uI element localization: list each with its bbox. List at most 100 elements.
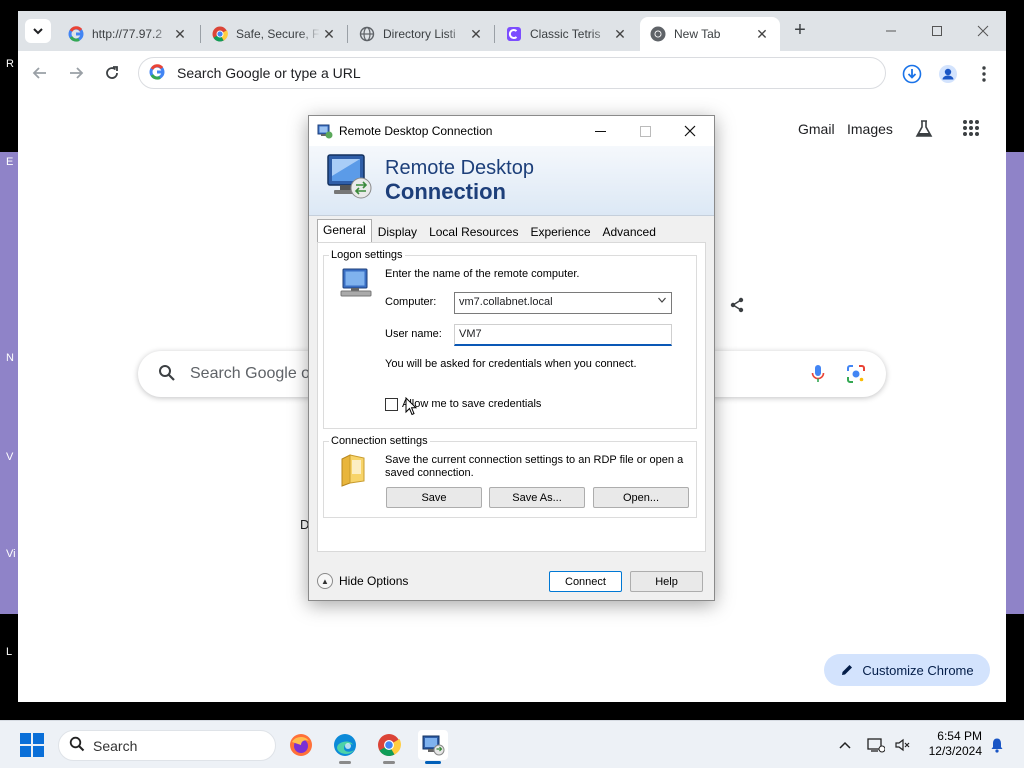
windows-start-icon[interactable] bbox=[20, 733, 44, 760]
desktop-icon-label[interactable]: V bbox=[6, 451, 13, 463]
computer-icon bbox=[339, 268, 373, 301]
close-tab-icon[interactable]: ✕ bbox=[612, 26, 628, 43]
chrome-icon bbox=[650, 26, 666, 42]
clock-time: 6:54 PM bbox=[937, 729, 982, 743]
google-g-icon bbox=[68, 26, 84, 42]
banner-title-line1: Remote Desktop bbox=[385, 157, 534, 179]
credentials-note: You will be asked for credentials when y… bbox=[385, 358, 637, 370]
share-icon[interactable] bbox=[729, 297, 745, 316]
tab-experience[interactable]: Experience bbox=[524, 221, 596, 241]
taskbar-chrome[interactable] bbox=[374, 730, 404, 764]
lens-camera-icon[interactable] bbox=[846, 364, 866, 387]
forward-button[interactable] bbox=[64, 61, 88, 85]
clock-date: 12/3/2024 bbox=[928, 744, 982, 758]
browser-toolbar: Search Google or type a URL bbox=[18, 51, 1006, 95]
pencil-icon bbox=[842, 665, 853, 675]
tab-title: http://77.97.2 bbox=[92, 27, 163, 41]
open-button[interactable]: Open... bbox=[593, 487, 689, 508]
remote-desktop-icon bbox=[317, 123, 333, 142]
tab-local-resources[interactable]: Local Resources bbox=[423, 221, 524, 241]
taskbar-firefox[interactable] bbox=[286, 730, 316, 760]
username-value: VM7 bbox=[459, 328, 482, 340]
desktop-icon-label[interactable]: L bbox=[6, 646, 12, 658]
dialog-close-button[interactable] bbox=[668, 118, 712, 144]
notifications-button[interactable] bbox=[987, 735, 1007, 755]
close-tab-icon[interactable]: ✕ bbox=[468, 26, 484, 43]
profile-button[interactable] bbox=[937, 63, 959, 85]
search-icon bbox=[158, 364, 176, 385]
network-icon bbox=[867, 738, 885, 753]
desktop-icon-label[interactable]: R bbox=[6, 58, 14, 70]
tab-strip: http://77.97.2 ✕ Safe, Secure, F ✕ Direc… bbox=[18, 11, 1006, 51]
microphone-icon[interactable] bbox=[811, 364, 825, 387]
gmail-link[interactable]: Gmail bbox=[798, 121, 835, 137]
taskbar-remote-desktop[interactable] bbox=[418, 730, 448, 764]
maximize-button[interactable] bbox=[914, 15, 960, 47]
dialog-maximize-button bbox=[623, 118, 667, 144]
new-tab-button[interactable]: + bbox=[788, 19, 812, 43]
desktop-icon-label[interactable]: N bbox=[6, 352, 14, 364]
connect-button[interactable]: Connect bbox=[549, 571, 622, 592]
volume-status[interactable] bbox=[892, 735, 912, 755]
taskbar-search-box[interactable]: Search bbox=[58, 730, 276, 761]
tab-1[interactable]: http://77.97.2 ✕ bbox=[58, 17, 198, 51]
tab-separator bbox=[494, 25, 495, 43]
help-button[interactable]: Help bbox=[630, 571, 703, 592]
chevron-down-icon[interactable] bbox=[657, 295, 667, 308]
images-link[interactable]: Images bbox=[847, 121, 893, 137]
taskbar-clock[interactable]: 6:54 PM 12/3/2024 bbox=[920, 729, 982, 759]
chevron-down-icon bbox=[33, 28, 43, 35]
minimize-icon bbox=[594, 130, 606, 132]
downloads-button[interactable] bbox=[901, 63, 923, 85]
close-window-button[interactable] bbox=[960, 15, 1006, 47]
desktop-icon-label[interactable]: Vi bbox=[6, 548, 16, 560]
dialog-titlebar[interactable]: Remote Desktop Connection bbox=[309, 116, 714, 146]
apps-grid-icon[interactable] bbox=[962, 119, 980, 140]
close-tab-icon[interactable]: ✕ bbox=[321, 26, 337, 43]
taskbar-edge[interactable] bbox=[330, 730, 360, 764]
hide-options-button[interactable]: ▲ Hide Options bbox=[317, 573, 408, 589]
tab-display[interactable]: Display bbox=[372, 221, 423, 241]
address-bar[interactable]: Search Google or type a URL bbox=[138, 57, 886, 89]
show-hidden-icons-button[interactable] bbox=[835, 735, 855, 755]
tab-3[interactable]: Directory Listi ✕ bbox=[349, 17, 494, 51]
speaker-muted-icon bbox=[895, 738, 910, 752]
computer-combobox[interactable]: vm7.collabnet.local bbox=[454, 292, 672, 314]
network-status[interactable] bbox=[866, 735, 886, 755]
close-tab-icon[interactable]: ✕ bbox=[172, 26, 188, 43]
tab-separator bbox=[347, 25, 348, 43]
back-button[interactable] bbox=[28, 61, 52, 85]
computer-label: Computer: bbox=[385, 296, 437, 308]
save-credentials-checkbox[interactable] bbox=[385, 398, 398, 411]
tab-general[interactable]: General bbox=[317, 219, 372, 242]
dialog-minimize-button[interactable] bbox=[578, 118, 622, 144]
avatar-icon bbox=[939, 65, 957, 83]
chevron-up-icon: ▲ bbox=[317, 573, 333, 589]
tab-title: New Tab bbox=[674, 27, 721, 41]
tab-search-button[interactable] bbox=[25, 19, 51, 43]
chrome-icon bbox=[212, 26, 228, 42]
desktop-icon-label[interactable]: E bbox=[6, 156, 13, 168]
tab-5-active[interactable]: New Tab ✕ bbox=[640, 17, 780, 51]
back-arrow-icon bbox=[32, 67, 46, 79]
google-g-icon bbox=[149, 63, 165, 83]
chrome-menu-button[interactable] bbox=[973, 63, 995, 85]
customize-chrome-button[interactable]: Customize Chrome bbox=[824, 654, 990, 686]
reload-button[interactable] bbox=[100, 61, 124, 85]
tab-4[interactable]: Classic Tetris ✕ bbox=[496, 17, 638, 51]
username-field[interactable]: VM7 bbox=[454, 324, 672, 346]
save-button[interactable]: Save bbox=[386, 487, 482, 508]
tab-advanced[interactable]: Advanced bbox=[597, 221, 662, 241]
save-as-button[interactable]: Save As... bbox=[489, 487, 585, 508]
close-tab-icon[interactable]: ✕ bbox=[754, 26, 770, 43]
more-vertical-icon bbox=[982, 66, 986, 82]
labs-flask-icon[interactable] bbox=[914, 119, 934, 142]
dialog-title: Remote Desktop Connection bbox=[339, 124, 493, 138]
minimize-button[interactable] bbox=[868, 15, 914, 47]
connection-description-line1: Save the current connection settings to … bbox=[385, 454, 684, 466]
tab-2[interactable]: Safe, Secure, F ✕ bbox=[202, 17, 347, 51]
tab-title: Directory Listi bbox=[383, 27, 456, 41]
save-credentials-label[interactable]: Allow me to save credentials bbox=[402, 398, 541, 410]
username-label: User name: bbox=[385, 328, 442, 340]
connection-settings-label: Connection settings bbox=[329, 435, 430, 447]
